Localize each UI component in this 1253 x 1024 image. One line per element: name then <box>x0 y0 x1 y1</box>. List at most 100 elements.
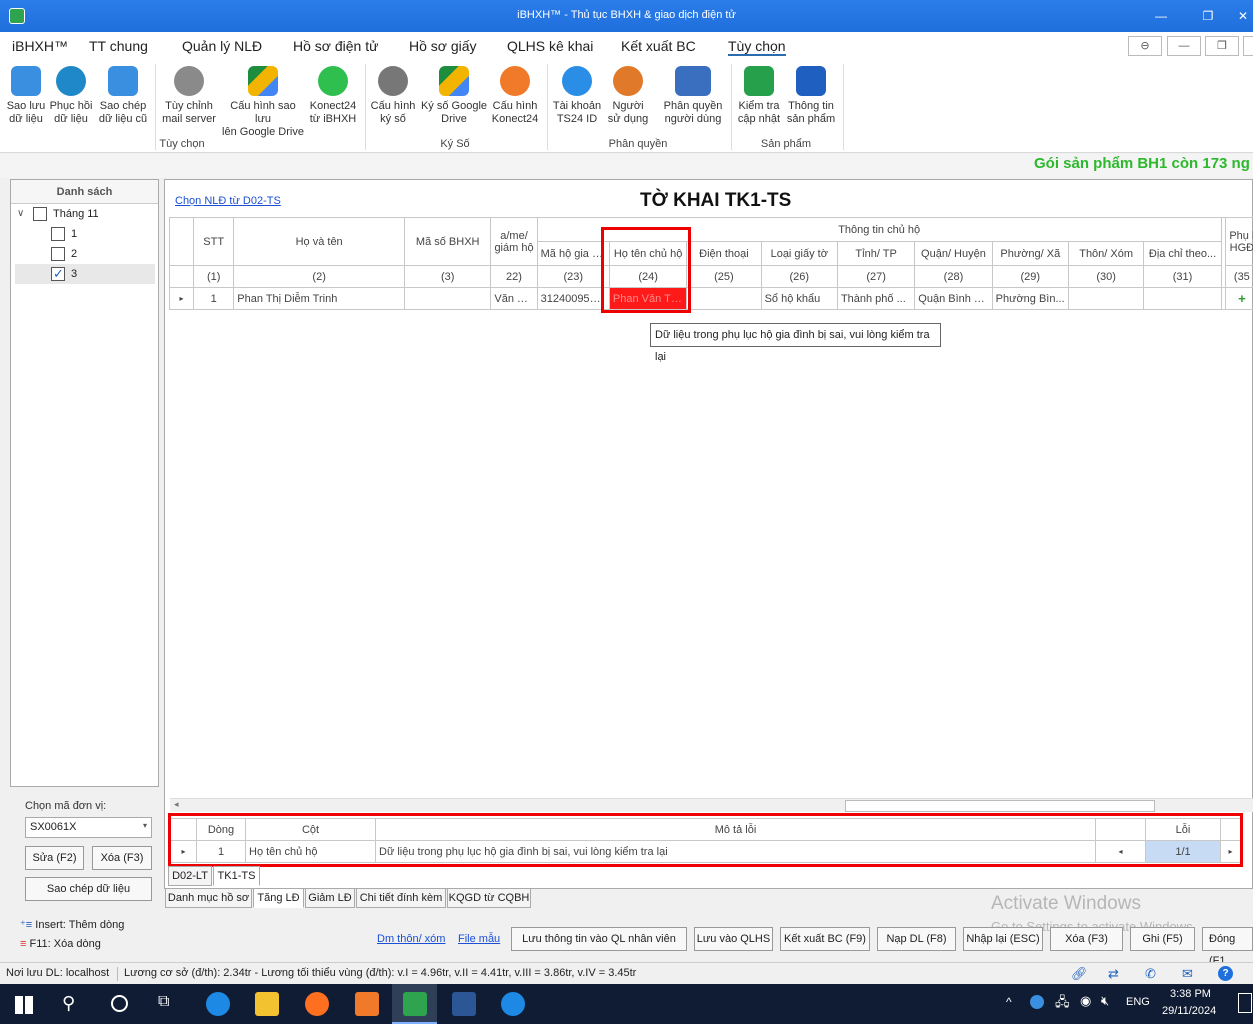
delete-record-button[interactable]: Xóa (F3) <box>1050 927 1123 951</box>
remote-desktop-icon[interactable] <box>501 992 525 1016</box>
node-checkbox[interactable] <box>51 247 65 261</box>
restore-button[interactable]: ❐ <box>1193 6 1223 26</box>
google-drive-sign-button[interactable]: Ký số Google Drive <box>420 66 488 126</box>
app-orange-icon[interactable] <box>355 992 379 1016</box>
konect24-button[interactable]: Konect24 từ iBHXH <box>307 66 359 126</box>
tab-giam-ld[interactable]: Giảm LĐ <box>305 888 355 908</box>
col-header-name[interactable]: Họ và tên <box>233 217 406 266</box>
ts24-account-button[interactable]: Tài khoản TS24 ID <box>551 66 603 126</box>
tree-node-1[interactable]: 1 <box>15 224 155 244</box>
tree-node-3[interactable]: 3 <box>15 264 155 284</box>
internet-explorer-icon[interactable] <box>206 992 230 1016</box>
col-header-stt[interactable]: STT <box>193 217 235 266</box>
inner-restore-button[interactable]: ❐ <box>1205 36 1239 56</box>
reenter-button[interactable]: Nhập lại (ESC) <box>963 927 1043 951</box>
product-info-button[interactable]: Thông tin sản phẩm <box>786 66 836 126</box>
tab-tk1-ts[interactable]: TK1-TS <box>213 866 260 886</box>
node-checkbox-checked[interactable] <box>51 264 65 284</box>
record-button[interactable]: Ghi (F5) <box>1130 927 1195 951</box>
row-pointer-icon[interactable]: ▸ <box>168 287 195 310</box>
scrollbar-thumb[interactable] <box>845 800 1155 812</box>
cortana-icon[interactable] <box>111 995 128 1012</box>
menu-ho-so-dien-tu[interactable]: Hồ sơ điện tử <box>293 38 378 54</box>
search-icon[interactable]: ⚲ <box>62 993 75 1014</box>
save-employee-button[interactable]: Lưu thông tin vào QL nhân viên <box>511 927 687 951</box>
cell-30[interactable] <box>1067 287 1145 310</box>
cell-27[interactable]: Thành phố ... <box>836 287 916 310</box>
prev-error-icon[interactable]: ◂ <box>1095 840 1146 863</box>
select-employee-link[interactable]: Chọn NLĐ từ D02-TS <box>175 195 281 207</box>
cell-22[interactable]: Văn Th... <box>490 287 538 310</box>
copy-old-data-button[interactable]: Sao chép dữ liệu cũ <box>97 66 149 126</box>
table-row[interactable]: ▸ 1 Phan Thị Diễm Trinh Văn Th... 312400… <box>168 287 1253 310</box>
copy-data-button[interactable]: Sao chép dữ liệu <box>25 877 152 901</box>
menu-ho-so-giay[interactable]: Hồ sơ giấy <box>409 38 477 54</box>
cell-23[interactable]: 31240095349 <box>536 287 610 310</box>
row-pointer-icon[interactable]: ▸ <box>170 840 197 863</box>
tab-d02-lt[interactable]: D02-LT <box>168 866 212 886</box>
col-header-27[interactable]: Tỉnh/ TP <box>836 241 916 266</box>
error-row[interactable]: ▸ 1 Họ tên chủ hộ Dữ liệu trong phụ lục … <box>170 840 1241 863</box>
horizontal-scrollbar[interactable]: ◂ <box>170 798 1253 812</box>
err-cell-row[interactable]: 1 <box>196 840 246 863</box>
cell-25[interactable] <box>686 287 762 310</box>
col-header-30[interactable]: Thôn/ Xóm <box>1067 241 1145 266</box>
cell-29[interactable]: Phường Bìn... <box>991 287 1069 310</box>
col-header-29[interactable]: Phường/ Xã <box>991 241 1069 266</box>
google-drive-backup-button[interactable]: Cấu hình sao lưu lên Google Drive <box>221 66 305 139</box>
col-header-26[interactable]: Loại giấy tờ <box>760 241 838 266</box>
sign-config-button[interactable]: Cấu hình ký số <box>369 66 417 126</box>
phone-icon[interactable]: ✆ <box>1145 963 1156 984</box>
unit-select[interactable]: SX0061X ▾ <box>25 817 152 838</box>
file-explorer-icon[interactable] <box>255 992 279 1016</box>
err-col-error[interactable]: Lỗi <box>1145 818 1221 841</box>
chevron-down-icon[interactable]: ∨ <box>17 204 24 224</box>
cell-28[interactable]: Quận Bình Tân <box>914 287 993 310</box>
dm-thon-link[interactable]: Dm thôn/ xóm <box>377 933 445 945</box>
export-report-button[interactable]: Kết xuất BC (F9) <box>780 927 870 951</box>
cell-26[interactable]: Sổ hộ khẩu <box>760 287 838 310</box>
add-row-icon[interactable]: + <box>1224 287 1253 310</box>
network-icon[interactable]: 🖧︎ <box>1055 993 1070 1015</box>
col-header-23[interactable]: Mã hộ gia đình <box>536 241 610 266</box>
webcam-icon[interactable]: ◉ <box>1080 993 1091 1009</box>
err-cell-desc[interactable]: Dữ liệu trong phụ lục hộ gia đình bị sai… <box>375 840 1096 863</box>
chevron-up-icon[interactable]: ^ <box>1006 995 1012 1009</box>
next-error-icon[interactable]: ▸ <box>1220 840 1241 863</box>
mail-icon[interactable]: ✉ <box>1182 963 1193 984</box>
firefox-icon[interactable] <box>305 992 329 1016</box>
cell-stt[interactable]: 1 <box>193 287 235 310</box>
language-indicator[interactable]: ENG <box>1126 996 1150 1008</box>
restore-data-button[interactable]: Phục hồi dữ liệu <box>49 66 93 126</box>
tab-danh-muc-ho-so[interactable]: Danh mục hồ sơ <box>165 888 252 908</box>
tray-app-icon[interactable] <box>1030 995 1044 1009</box>
col-header-25[interactable]: Điện thoại <box>686 241 762 266</box>
menu-qlhs-ke-khai[interactable]: QLHS kê khai <box>507 38 593 54</box>
help-icon[interactable]: ? <box>1218 966 1233 981</box>
konect24-config-button[interactable]: Cấu hình Konect24 <box>489 66 541 126</box>
menu-ibhxh[interactable]: iBHXH™ <box>12 38 68 54</box>
col-header-35[interactable]: Phụ l HGĐ <box>1224 217 1253 266</box>
cell-24-error[interactable]: Phan Văn Th... <box>608 287 688 310</box>
user-button[interactable]: Người sử dụng <box>605 66 651 126</box>
col-header-28[interactable]: Quận/ Huyện <box>914 241 993 266</box>
menu-tt-chung[interactable]: TT chung <box>89 38 148 54</box>
inner-close-button[interactable] <box>1243 36 1253 56</box>
err-cell-column[interactable]: Họ tên chủ hộ <box>245 840 376 863</box>
close-form-button[interactable]: Đóng (F1 <box>1202 927 1253 967</box>
tab-kqgd-cqbh[interactable]: KQGD từ CQBH <box>447 888 531 908</box>
node-checkbox[interactable] <box>51 227 65 241</box>
col-header-31[interactable]: Địa chỉ theo... <box>1143 241 1222 266</box>
clock-date[interactable]: 29/11/2024 <box>1162 1005 1216 1017</box>
month-checkbox[interactable] <box>33 207 47 221</box>
col-header-bhxh[interactable]: Mã số BHXH <box>404 217 492 266</box>
tree-node-month[interactable]: ∨ Tháng 11 <box>15 204 155 224</box>
cell-name[interactable]: Phan Thị Diễm Trinh <box>233 287 406 310</box>
cell-bhxh[interactable] <box>404 287 492 310</box>
inner-minimize-button[interactable]: — <box>1167 36 1201 56</box>
cell-31[interactable] <box>1143 287 1222 310</box>
speaker-muted-icon[interactable]: 🔇︎ <box>1101 993 1109 1009</box>
col-header-22[interactable]: a/me/giám hộ <box>490 217 538 266</box>
user-permission-button[interactable]: Phân quyền người dùng <box>660 66 726 126</box>
err-cell-count[interactable]: 1/1 <box>1145 840 1221 863</box>
